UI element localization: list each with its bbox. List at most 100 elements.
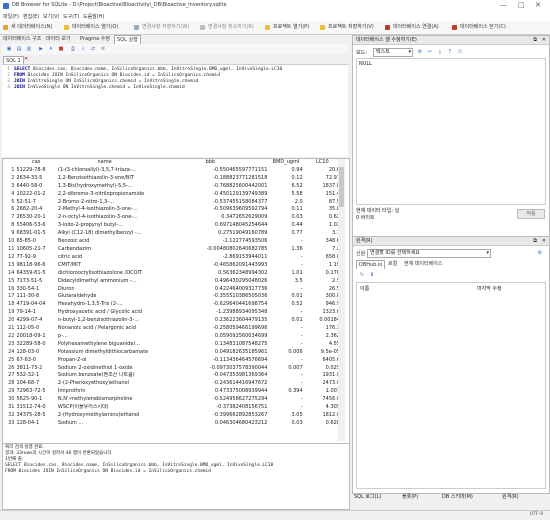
open-project-button[interactable]: 프로젝트 열기(P) [265, 23, 309, 32]
table-cell[interactable]: -0.450129139749389 [152, 191, 268, 199]
table-row[interactable]: 32 34375-28-5 2-(Hydroxymethylamino)ethano… [3, 412, 341, 420]
table-cell[interactable]: n-butyl-1,2-benzisothiazolin-3-... [57, 317, 152, 325]
table-cell[interactable]: p-... [57, 333, 152, 341]
export-icon[interactable]: ⤒ [447, 49, 453, 55]
table-cell[interactable]: - [268, 238, 303, 246]
table-cell[interactable]: WSCP(이플유어스시대) [57, 404, 152, 412]
row-number[interactable]: 8 [3, 222, 15, 230]
table-cell[interactable]: - [268, 372, 303, 380]
table-cell[interactable]: 3.1 [304, 230, 341, 238]
table-cell[interactable]: 0.01 [268, 317, 303, 325]
tab-local[interactable]: 로컬 [388, 260, 397, 268]
table-cell[interactable]: -0.509639609592794 [152, 206, 268, 214]
table-cell[interactable]: -0.537455158084377 [152, 199, 268, 207]
table-row[interactable]: 7 26530-20-1 2-n-octyl-4-isothiazolin-3-on… [3, 214, 341, 222]
table-row[interactable]: 22 20018-09-1 p-... 0.059092560034699-2.362 [3, 333, 341, 341]
open-database-button[interactable]: 데이터베이스 열기(O) [64, 23, 118, 32]
row-number[interactable]: 29 [3, 388, 15, 396]
table-cell[interactable]: 0.01 [268, 293, 303, 301]
table-cell[interactable]: 0.046304680423212 [152, 420, 268, 428]
table-cell[interactable]: 2634-33-5 [15, 175, 56, 183]
table-cell[interactable]: -0.258059466199696 [152, 325, 268, 333]
table-cell[interactable]: 2-n-octyl-4-isothiazolin-3-one-... [57, 214, 152, 222]
sql-editor[interactable]: 1 SELECT Biocides.cas, Biocides.name, InS… [2, 64, 348, 157]
column-header-bbb[interactable]: bbb [152, 159, 269, 167]
row-number[interactable]: 22 [3, 333, 15, 341]
table-cell[interactable]: -0.524958627275294 [152, 396, 268, 404]
table-cell[interactable]: 946.9 [304, 301, 341, 309]
table-cell[interactable]: Glutaraldehyde [57, 293, 152, 301]
row-number[interactable]: 1 [3, 167, 15, 175]
table-cell[interactable]: 79-14-1 [15, 309, 56, 317]
refresh-icon[interactable]: ↻ [359, 272, 365, 278]
open-sql-icon[interactable]: ▤ [16, 46, 22, 52]
identity-select[interactable]: 연결할 ID를 선택하세요 ▾ [367, 249, 491, 258]
table-cell[interactable]: 1812.0 [304, 412, 341, 420]
table-cell[interactable]: 3.5 [268, 278, 303, 286]
row-number[interactable]: 24 [3, 349, 15, 357]
revert-changes-button[interactable]: 변경사항 취소하기(R) [200, 23, 254, 32]
table-cell[interactable]: 72.97 [304, 175, 341, 183]
table-cell[interactable]: CMIT/MIT [57, 262, 152, 270]
table-cell[interactable]: 64359-81-5 [15, 270, 56, 278]
table-cell[interactable]: 0.77 [268, 230, 303, 238]
apply-button[interactable]: 적용 [517, 209, 545, 219]
new-database-button[interactable]: 새 데이터베이스(N) [3, 23, 52, 32]
table-row[interactable]: 24 128-03-0 Potassium dimethyldithiocarbam… [3, 349, 341, 357]
table-cell[interactable]: -0.550465597771151 [152, 167, 268, 175]
save-results-icon[interactable]: ⎙ [70, 46, 76, 52]
table-cell[interactable]: 98118-96-6 [15, 262, 56, 270]
table-cell[interactable]: 0.049182635185961 [152, 349, 268, 357]
table-row[interactable]: 27 532-32-1 Sodium benzoate(벤조산 나트륨) -0.047… [3, 372, 341, 380]
table-cell[interactable]: -1.23988934095348 [152, 309, 268, 317]
row-number[interactable]: 10 [3, 238, 15, 246]
table-cell[interactable]: 1837.0 [304, 183, 341, 191]
table-cell[interactable]: citric acid [57, 254, 152, 262]
table-cell[interactable]: 2682-20-4 [15, 206, 56, 214]
table-cell[interactable]: - [268, 262, 303, 270]
table-cell[interactable]: 0.11 [268, 206, 303, 214]
table-cell[interactable]: Sodium benzoate(벤조산 나트륨) [57, 372, 152, 380]
tab-edit-pragmas[interactable]: Pragma 수정 [80, 35, 110, 43]
table-cell[interactable]: - [268, 404, 303, 412]
table-cell[interactable]: Alkyl (C12-18) dimethylbenzyl -... [57, 230, 152, 238]
save-project-button[interactable]: 프로젝트 저장하기(V) [320, 23, 374, 32]
menu-help[interactable]: 도움말(H) [83, 13, 104, 20]
table-cell[interactable]: -0.465862091443993 [152, 262, 268, 270]
auto-format-icon[interactable]: ⚙ [417, 49, 423, 55]
row-number[interactable]: 6 [3, 206, 15, 214]
cell-editor[interactable]: NULL [356, 58, 546, 205]
table-cell[interactable]: -0.0973037578390044 [152, 365, 268, 373]
table-cell[interactable]: 0.473375008939944 [152, 388, 268, 396]
table-cell[interactable]: Didecyldimethyl ammonium -... [57, 278, 152, 286]
table-cell[interactable]: 111-30-8 [15, 293, 56, 301]
table-row[interactable]: 21 112-05-0 Nonanoic acid / Pelargonic aci… [3, 325, 341, 333]
table-cell[interactable]: 176.3 [304, 325, 341, 333]
column-header-lc10[interactable]: LC10 [303, 159, 341, 167]
table-cell[interactable]: 2.362 [304, 333, 341, 341]
table-cell[interactable]: 0.006 [268, 349, 303, 357]
table-cell[interactable]: 0.12 [268, 175, 303, 183]
table-cell[interactable]: 55406-53-6 [15, 222, 56, 230]
row-number[interactable]: 20 [3, 317, 15, 325]
import-icon[interactable]: ⤓ [437, 49, 443, 55]
table-cell[interactable]: 6405.0 [304, 357, 341, 365]
table-row[interactable]: 30 5625-90-1 N,N'-methylenebismorpholine -0… [3, 396, 341, 404]
table-row[interactable]: 3 6440-58-0 1,3-Bis(hydroxymethyl)-5,5-...… [3, 183, 341, 191]
row-number[interactable]: 18 [3, 301, 15, 309]
float-icon[interactable]: ⧉ [533, 238, 537, 244]
table-cell[interactable]: 128-04-1 [15, 420, 56, 428]
table-cell[interactable]: -1.122774593506 [152, 238, 268, 246]
write-changes-button[interactable]: 변경사항 저장하기(W) [134, 23, 189, 32]
table-cell[interactable]: 2-(Hydroxymethylamino)ethanol [57, 412, 152, 420]
row-number[interactable]: 9 [3, 230, 15, 238]
table-row[interactable]: 33 128-04-1 Sodium ... 0.046304680423212 0.0… [3, 420, 341, 428]
table-row[interactable]: 10 65-85-0 Benzoic acid -1.122774593506-348… [3, 238, 341, 246]
table-cell[interactable]: 35.8 [304, 206, 341, 214]
table-cell[interactable]: 0.496430295048026 [152, 278, 268, 286]
table-cell[interactable]: - [268, 396, 303, 404]
row-number[interactable]: 12 [3, 254, 15, 262]
row-number[interactable]: 33 [3, 420, 15, 428]
row-number[interactable]: 3 [3, 183, 15, 191]
table-cell[interactable]: 5625-90-1 [15, 396, 56, 404]
